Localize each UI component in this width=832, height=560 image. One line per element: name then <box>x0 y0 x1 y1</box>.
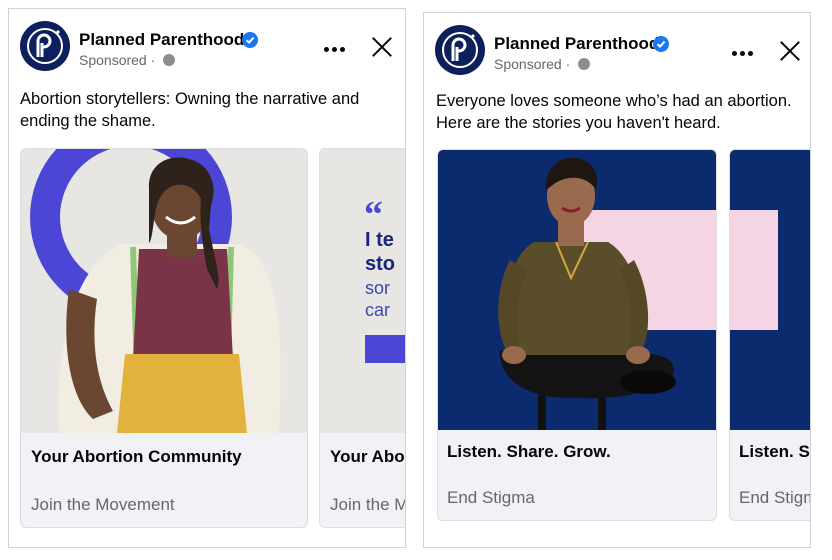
post-caption: Abortion storytellers: Owning the narrat… <box>20 90 360 130</box>
quote-text-bold: sto <box>365 253 395 275</box>
card-headline: Listen. Share. Grow. <box>739 442 810 461</box>
sponsored-label[interactable]: Sponsored · <box>79 52 155 68</box>
carousel-card[interactable]: Listen. Share. Grow. End Stigma <box>437 149 717 521</box>
card-image: “ I te sto sor car <box>320 149 405 433</box>
page-name[interactable]: Planned Parenthood <box>79 30 244 50</box>
quote-text: car <box>365 300 391 320</box>
pp-logo-icon <box>27 28 63 64</box>
purple-block <box>365 335 405 363</box>
planned-parenthood-logo-avatar[interactable] <box>20 21 70 71</box>
globe-icon <box>578 58 590 70</box>
quote-text: sor <box>365 278 391 298</box>
pink-panel <box>730 210 778 330</box>
card-headline: Listen. Share. Grow. <box>447 442 611 461</box>
storyteller-portrait-image <box>30 149 281 433</box>
card-cta-link[interactable]: Join the Movement <box>330 495 405 515</box>
page-name[interactable]: Planned Parenthood <box>494 34 659 54</box>
card-headline: Your Abortion Community <box>330 447 405 466</box>
card-image <box>438 150 716 430</box>
carousel-card[interactable]: Listen. Share. Grow. End Stigma <box>729 149 810 521</box>
card-image <box>21 149 307 433</box>
ad-post-1: Planned Parenthood Sponsored · Abortion … <box>8 8 406 548</box>
carousel-card[interactable]: “ I te sto sor car Your Abortion Communi… <box>319 148 405 528</box>
close-button[interactable] <box>371 36 393 58</box>
card-cta-link[interactable]: End Stigma <box>739 488 810 508</box>
quote-text-bold: I te <box>365 229 394 251</box>
card-cta-link[interactable]: Join the Movement <box>31 495 175 515</box>
carousel-card[interactable]: Your Abortion Community Join the Movemen… <box>20 148 308 528</box>
card-image <box>730 150 810 430</box>
globe-icon <box>163 54 175 66</box>
storyteller-portrait-image <box>498 157 716 430</box>
more-options-button[interactable] <box>323 39 351 59</box>
planned-parenthood-logo-avatar[interactable] <box>435 25 485 75</box>
card-headline: Your Abortion Community <box>31 447 242 466</box>
verified-badge-icon <box>653 36 669 52</box>
pp-logo-icon <box>442 32 478 68</box>
more-options-button[interactable] <box>731 43 759 63</box>
close-button[interactable] <box>779 40 801 62</box>
sponsored-label[interactable]: Sponsored · <box>494 56 570 72</box>
ad-post-2: Planned Parenthood Sponsored · Everyone … <box>423 12 811 548</box>
card-cta-link[interactable]: End Stigma <box>447 488 535 508</box>
post-caption: Everyone loves someone who’s had an abor… <box>436 92 792 132</box>
verified-badge-icon <box>242 32 258 48</box>
